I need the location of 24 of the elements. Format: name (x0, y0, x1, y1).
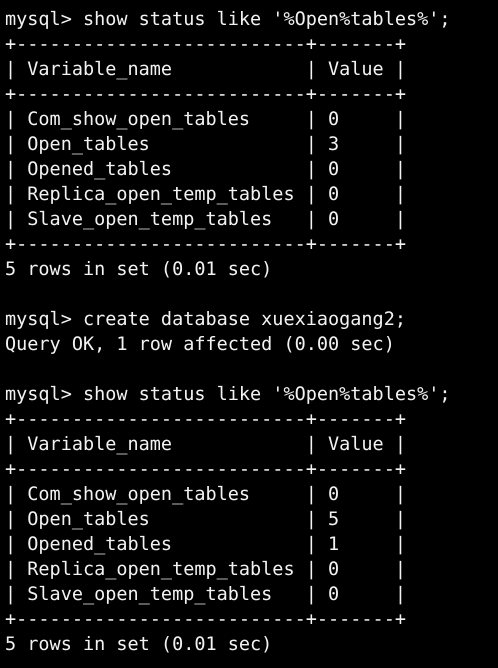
terminal-line: | Replica_open_temp_tables | 0 | (5, 558, 406, 582)
terminal-line: 5 rows in set (0.01 sec) (5, 258, 272, 282)
terminal-line: | Open_tables | 5 | (5, 508, 406, 532)
terminal-line: | Opened_tables | 1 | (5, 533, 406, 557)
terminal-line: | Slave_open_temp_tables | 0 | (5, 208, 406, 232)
terminal-line: | Slave_open_temp_tables | 0 | (5, 583, 406, 607)
terminal-line: +--------------------------+-------+ (5, 33, 406, 57)
terminal-line: +--------------------------+-------+ (5, 233, 406, 257)
terminal-line: Query OK, 1 row affected (0.00 sec) (5, 333, 395, 357)
terminal-line: | Com_show_open_tables | 0 | (5, 108, 406, 132)
terminal-line: +--------------------------+-------+ (5, 408, 406, 432)
terminal-line: | Com_show_open_tables | 0 | (5, 483, 406, 507)
terminal-line: mysql> show status like '%Open%tables%'; (5, 8, 451, 32)
terminal-line: | Open_tables | 3 | (5, 133, 406, 157)
terminal-line: 5 rows in set (0.01 sec) (5, 633, 272, 657)
terminal-line: mysql> show status like '%Open%tables%'; (5, 383, 451, 407)
terminal-line: +--------------------------+-------+ (5, 458, 406, 482)
terminal-line: | Variable_name | Value | (5, 433, 406, 457)
terminal-line: +--------------------------+-------+ (5, 83, 406, 107)
terminal-line: | Replica_open_temp_tables | 0 | (5, 183, 406, 207)
terminal-line: | Opened_tables | 0 | (5, 158, 406, 182)
terminal-line: | Variable_name | Value | (5, 58, 406, 82)
terminal-line: +--------------------------+-------+ (5, 608, 406, 632)
terminal-line: mysql> create database xuexiaogang2; (5, 308, 406, 332)
